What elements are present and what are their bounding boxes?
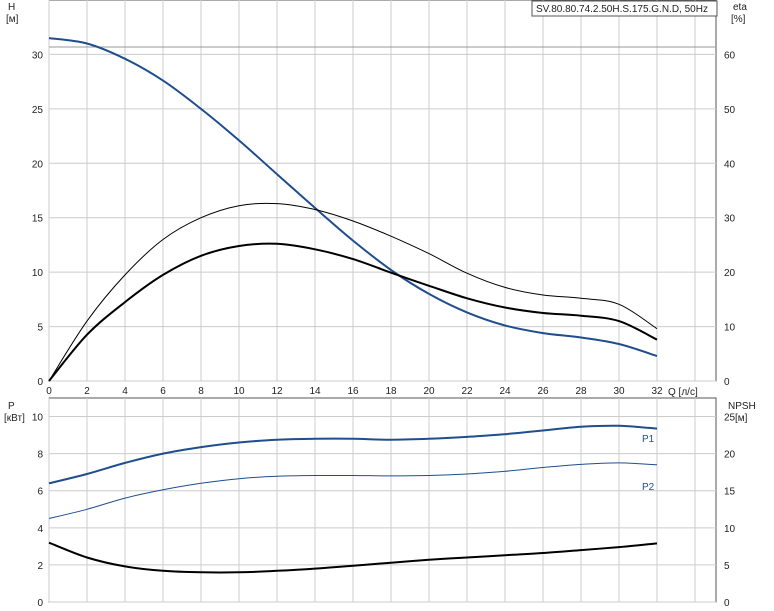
- y-right-tick-label: 0: [724, 598, 730, 609]
- y-right-tick-label: 15: [724, 487, 736, 498]
- y-right-tick-label: 20: [724, 268, 736, 279]
- y-left-tick-label: 2: [37, 561, 43, 572]
- y-left-tick-label: 30: [32, 50, 44, 61]
- x-tick-label: 0: [46, 386, 52, 397]
- y-left-tick-label: 5: [37, 323, 43, 334]
- y-left-tick-label: 15: [32, 214, 44, 225]
- plot-frame: [48, 0, 717, 382]
- npsh-axis-unit: [м]: [735, 413, 748, 424]
- y-left-tick-label: 10: [32, 268, 44, 279]
- x-tick-label: 8: [198, 386, 204, 397]
- eta-axis-unit: [%]: [731, 14, 746, 25]
- y-left-tick-label: 10: [32, 413, 44, 424]
- y-left-tick-label: 8: [37, 450, 43, 461]
- x-tick-label: 28: [575, 386, 587, 397]
- bottom-chart-ticks: 0 2 4 6 8 10 0 5 10 15 20 25: [32, 413, 736, 609]
- y-right-tick-label: 25: [724, 413, 736, 424]
- y-right-tick-label: 30: [724, 214, 736, 225]
- y-left-tick-label: 0: [37, 377, 43, 388]
- x-tick-label: 24: [499, 386, 511, 397]
- x-tick-label: 10: [233, 386, 245, 397]
- h-axis-title: H: [8, 2, 15, 13]
- plot-frame: [48, 397, 717, 603]
- pump-performance-chart: 05101520253001020304050600 2 4 6 8 10 12 14 16 18…: [4, 0, 756, 609]
- model-badge: SV.80.80.74.2.50H.S.175.G.N.D, 50Hz: [536, 4, 708, 15]
- x-tick-label: 20: [423, 386, 435, 397]
- x-tick-label: 26: [537, 386, 549, 397]
- y-left-tick-label: 0: [37, 598, 43, 609]
- y-right-tick-label: 20: [724, 450, 736, 461]
- y-left-tick-label: 25: [32, 105, 44, 116]
- y-right-tick-label: 40: [724, 159, 736, 170]
- p-axis-unit: [кВт]: [4, 413, 25, 424]
- y-right-tick-label: 10: [724, 323, 736, 334]
- y-right-tick-label: 10: [724, 524, 736, 535]
- y-left-tick-label: 6: [37, 487, 43, 498]
- x-tick-label: 2: [84, 386, 90, 397]
- top-chart-grid: [48, 0, 717, 382]
- h-axis-unit: [м]: [6, 14, 19, 25]
- npsh-axis-title: NPSH: [728, 401, 756, 412]
- y-right-tick-label: 5: [724, 561, 730, 572]
- y-right-tick-label: 60: [724, 50, 736, 61]
- x-tick-label: 30: [613, 386, 625, 397]
- x-tick-label: 14: [309, 386, 321, 397]
- x-tick-label: 16: [347, 386, 359, 397]
- x-tick-label: 18: [385, 386, 397, 397]
- x-tick-label: 32: [651, 386, 663, 397]
- x-tick-label: 12: [271, 386, 283, 397]
- eta-axis-title: eta: [733, 2, 747, 13]
- p-axis-title: P: [8, 401, 15, 412]
- y-right-tick-label: 0: [724, 377, 730, 388]
- p1-series-label: P1: [642, 434, 655, 445]
- y-left-tick-label: 20: [32, 159, 44, 170]
- q-axis-label: Q [л/с]: [668, 387, 698, 398]
- x-tick-label: 4: [122, 386, 128, 397]
- x-tick-label: 6: [160, 386, 166, 397]
- y-right-tick-label: 50: [724, 105, 736, 116]
- y-left-tick-label: 4: [37, 524, 43, 535]
- p2-series-label: P2: [642, 482, 655, 493]
- x-tick-label: 22: [461, 386, 473, 397]
- bottom-chart-grid: [48, 397, 717, 603]
- top-chart-ticks: 05101520253001020304050600 2 4 6 8 10 12 14 16 18…: [32, 50, 736, 397]
